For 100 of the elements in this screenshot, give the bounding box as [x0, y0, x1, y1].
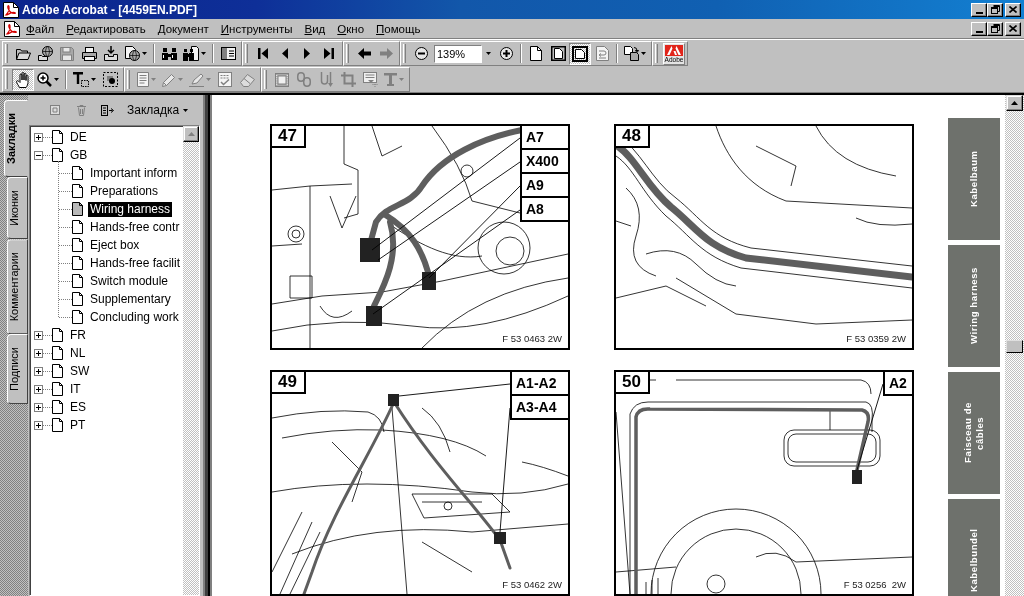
bookmark-item[interactable]: SW [68, 363, 92, 379]
close-icon [1009, 25, 1017, 32]
panel-tab[interactable]: Закладки [4, 100, 28, 177]
callout-label: A9 [520, 174, 568, 198]
close-button[interactable] [1005, 21, 1021, 36]
restore-button[interactable] [987, 21, 1003, 36]
triangle-right-icon [304, 48, 310, 59]
toolbar-button[interactable] [569, 42, 591, 65]
bookmark-item[interactable]: DE [68, 129, 89, 145]
caret-icon [201, 52, 206, 55]
skip-start-icon [258, 48, 268, 59]
framed-page-icon [550, 46, 566, 61]
page-icon [72, 202, 83, 216]
figure-code: F 53 0463 2W [502, 333, 562, 344]
scrollbar[interactable] [183, 126, 199, 595]
caret-icon [91, 78, 96, 81]
plus-circle-icon [499, 47, 513, 60]
menu-item[interactable]: Редактировать [60, 21, 152, 36]
scroll-thumb[interactable] [1006, 340, 1023, 353]
minus-box-icon[interactable] [34, 150, 43, 160]
eraser-icon [239, 72, 255, 87]
document-check-icon [218, 72, 232, 87]
bookmark-item[interactable]: NL [68, 345, 88, 361]
arrow-left-icon [357, 48, 371, 59]
plus-box-icon[interactable] [34, 402, 43, 412]
triangle-up-icon [187, 132, 195, 136]
scroll-up-button[interactable] [1006, 95, 1023, 111]
plus-box-icon[interactable] [34, 384, 43, 394]
panel-tab[interactable]: Подписи [7, 334, 28, 405]
bookmark-item[interactable]: Important inform [88, 165, 180, 181]
menu-item[interactable]: Инструменты [214, 21, 299, 36]
plus-box-icon[interactable] [34, 330, 43, 340]
toolbar-button[interactable] [12, 68, 34, 91]
bookmark-item[interactable]: Preparations [88, 183, 161, 199]
binoculars-icon [161, 47, 177, 60]
page-icon [52, 346, 63, 360]
page-icon [72, 238, 83, 252]
bookmark-item[interactable]: GB [68, 147, 90, 163]
caret-icon [183, 108, 189, 112]
scroll-up-button[interactable] [183, 126, 199, 142]
close-icon [1009, 6, 1017, 13]
page-arrow-icon [595, 46, 609, 61]
panel-tab[interactable]: Иконки [7, 177, 28, 239]
menu-item[interactable]: Помощь [370, 21, 427, 36]
restore-button[interactable] [987, 2, 1003, 17]
section-tab[interactable]: Kabelbaum [948, 118, 1000, 240]
bookmark-item[interactable]: Wiring harness [88, 201, 173, 217]
minimize-icon [975, 30, 983, 33]
bookmark-item[interactable]: Supplementary [88, 291, 173, 307]
close-button[interactable] [1005, 2, 1021, 17]
figure-code: F 53 0462 2W [502, 579, 562, 590]
bookmark-item[interactable]: FR [68, 327, 88, 343]
callout-label: A2 [883, 372, 912, 396]
bookmark-item[interactable]: PT [68, 417, 88, 433]
bookmark-item[interactable]: Switch module [88, 273, 171, 289]
section-tab[interactable]: Kabelbundel [948, 499, 1000, 596]
bookmark-item[interactable]: Hands-free contr [88, 219, 182, 235]
minimize-button[interactable] [971, 21, 987, 36]
globe-folder-icon [37, 46, 53, 61]
document-icon [3, 1, 19, 18]
bookmark-item[interactable]: Eject box [88, 237, 142, 253]
menu-item[interactable]: Окно [331, 21, 371, 36]
bookmark-item[interactable]: Hands-free facilit [88, 255, 183, 271]
caret-icon [486, 52, 491, 55]
panel-splitter[interactable] [200, 95, 212, 596]
caret-icon [206, 78, 211, 81]
tray-arrow-icon [104, 46, 118, 61]
bookmark-item[interactable]: Concluding work [88, 309, 181, 325]
menu-item[interactable]: Вид [298, 21, 332, 36]
dashed-box-icon [102, 72, 118, 87]
plus-box-icon[interactable] [34, 132, 43, 142]
section-tab[interactable]: Wiring harness [948, 245, 1000, 367]
menu-item[interactable]: Файл [20, 21, 61, 36]
bookmark-item[interactable]: IT [68, 381, 83, 397]
letter-t-box-icon [73, 72, 89, 87]
menu-item[interactable]: Документ [151, 21, 215, 36]
callout-label: A7 [520, 126, 568, 150]
page-icon [52, 400, 63, 414]
bookmark-item[interactable]: ES [68, 399, 88, 415]
highlighter-icon [189, 72, 204, 87]
skip-end-icon [324, 48, 334, 59]
binoculars-document-icon [183, 46, 199, 61]
minimize-icon [975, 11, 983, 14]
restore-icon [990, 5, 1000, 14]
magnifier-plus-icon [37, 72, 52, 87]
options-menu-button[interactable]: Закладка [125, 101, 191, 119]
section-tab[interactable]: Faisceau de câbles [948, 372, 1000, 494]
caret-icon [399, 78, 404, 81]
minimize-button[interactable] [971, 2, 987, 17]
plus-box-icon[interactable] [34, 366, 43, 376]
plus-box-icon[interactable] [34, 420, 43, 430]
u-arrow-icon [319, 72, 333, 87]
panel-tab[interactable]: Комментарии [7, 239, 28, 335]
arrow-right-icon [379, 48, 393, 59]
page-icon [72, 166, 83, 180]
scrollbar[interactable] [1005, 95, 1024, 596]
plus-box-icon[interactable] [34, 348, 43, 358]
zoom-field[interactable]: 139% [434, 44, 482, 63]
figure-number: 48 [616, 126, 650, 148]
note-icon [137, 72, 149, 87]
